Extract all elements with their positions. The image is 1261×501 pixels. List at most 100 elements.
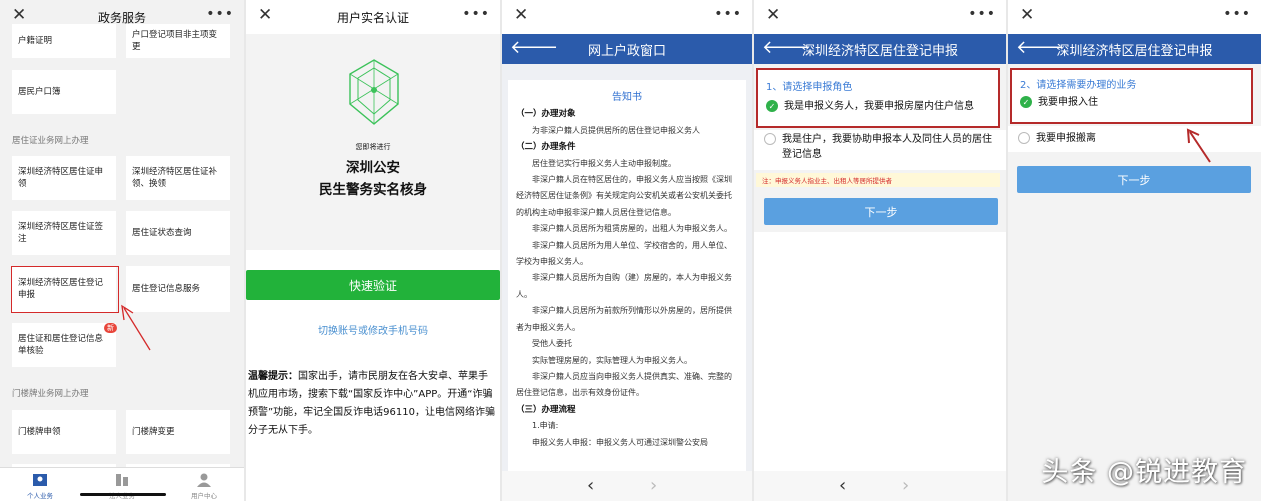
bottom-tab-bar: 个人业务 法人业务 用户中心 xyxy=(0,467,244,501)
more-icon[interactable]: ••• xyxy=(206,6,234,22)
watermark: 头条 @锐进教育 xyxy=(1041,457,1247,488)
hero-line-1: 深圳公安 xyxy=(346,160,400,176)
more-icon[interactable]: ••• xyxy=(1223,6,1251,22)
checked-icon: ✓ xyxy=(766,100,778,112)
switch-account-link[interactable]: 切换账号或修改手机号码 xyxy=(246,322,500,337)
close-icon[interactable]: ✕ xyxy=(12,7,26,24)
header-bar: 🡐 深圳经济特区居住登记申报 xyxy=(1008,34,1261,64)
hero-area: 您即将进行 深圳公安 民生警务实名核身 xyxy=(246,34,500,250)
tile-household-proof[interactable]: 户籍证明 xyxy=(12,24,116,58)
highlight-box xyxy=(11,266,119,313)
page-title: 深圳经济特区居住登记申报 xyxy=(801,43,958,59)
person-card-icon xyxy=(33,474,47,486)
doc-line: 1.申请: xyxy=(532,421,559,431)
tile-household-book[interactable]: 居民户口簿 xyxy=(12,70,116,114)
more-icon[interactable]: ••• xyxy=(714,6,742,22)
page-title: 政务服务 xyxy=(97,10,146,25)
doc-line: 申报义务人申报：申报义务人可通过深圳警公安局 xyxy=(532,437,708,447)
tile-door-apply[interactable]: 门楼牌申领 xyxy=(12,410,116,454)
close-icon[interactable]: ✕ xyxy=(1020,7,1034,24)
doc-line: 居住登记实行申报义务人主动申报制度。 xyxy=(532,158,676,168)
doc-heading: （三）办理流程 xyxy=(516,404,576,415)
page-title: 深圳经济特区居住登记申报 xyxy=(1056,43,1213,59)
doc-line: 非深户籍人员应当向申报义务人提供真实、准确、完整的居住登记信息，出示有效身份证件… xyxy=(516,371,732,398)
option-move-out-row[interactable]: 我要申报搬离 xyxy=(1008,126,1261,152)
top-bar: ✕ ••• xyxy=(1008,0,1261,34)
header-bar: 🡐 网上户政窗口 xyxy=(502,34,752,64)
notice-document: 告知书 （一）办理对象 为非深户籍人员提供居所的居住登记申报义务人 （二）办理条… xyxy=(508,80,746,471)
top-bar: ✕ ••• xyxy=(754,0,1006,34)
nav-forward-icon[interactable]: › xyxy=(650,475,657,496)
building-icon xyxy=(116,474,128,486)
browser-nav: ‹ › xyxy=(754,471,1006,501)
more-icon[interactable]: ••• xyxy=(968,6,996,22)
gov-services-panel: ✕ 政务服务 ••• 户籍证明 户口登记项目非主项变更 居民户口簿 居住证业务网… xyxy=(0,0,244,501)
tile-permit-reissue[interactable]: 深圳经济特区居住证补领、换领 xyxy=(126,156,230,200)
more-icon[interactable]: ••• xyxy=(462,6,490,22)
tile-door-change[interactable]: 门楼牌变更 xyxy=(126,410,230,454)
doc-line: 实际管理房屋的，实际管理人为申报义务人。 xyxy=(532,355,692,365)
radio-icon xyxy=(764,133,776,145)
business-question: 2、请选择需要办理的业务 xyxy=(1020,80,1137,91)
doc-heading: （二）办理条件 xyxy=(516,142,576,153)
doc-line: 非深户籍人员居所为租赁房屋的，出租人为申报义务人。 xyxy=(532,224,732,234)
back-arrow-icon[interactable]: 🡐 xyxy=(1016,38,1064,58)
hero-line-2: 民生警务实名核身 xyxy=(319,182,427,198)
tab-user-center[interactable]: 用户中心 xyxy=(174,472,234,500)
tile-permit-status[interactable]: 居住证状态查询 xyxy=(126,211,230,255)
tile-household-change[interactable]: 户口登记项目非主项变更 xyxy=(126,24,230,58)
section-door: 门楼牌业务网上办理 xyxy=(12,389,89,399)
real-name-auth-panel: ✕ 用户实名认证 ••• 您即将进行 深圳公安 民生警务实名核身 快速验证 切换… xyxy=(246,0,500,501)
tab-personal[interactable]: 个人业务 xyxy=(10,472,70,500)
tile-verify[interactable]: 居住证和居住登记信息单核验 xyxy=(12,323,116,367)
doc-title: 告知书 xyxy=(612,92,642,103)
doc-line: 为非深户籍人员提供居所的居住登记申报义务人 xyxy=(532,125,700,135)
browser-nav: ‹ › xyxy=(502,471,752,501)
doc-heading: （一）办理对象 xyxy=(516,109,576,120)
tip-label: 温馨提示： xyxy=(248,371,298,382)
back-arrow-icon[interactable]: 🡐 xyxy=(510,38,558,58)
tile-permit-apply[interactable]: 深圳经济特区居住证申领 xyxy=(12,156,116,200)
nav-forward-icon[interactable]: › xyxy=(902,475,909,496)
doc-line: 非深户籍人员居所为前款所列情形以外房屋的，居所提供者为申报义务人。 xyxy=(516,306,732,332)
note-text: 注：申报义务人指业主、出租人等居所提供者 xyxy=(756,173,1000,187)
close-icon[interactable]: ✕ xyxy=(514,7,528,24)
new-badge: 新 xyxy=(104,323,117,333)
business-question-box: 2、请选择需要办理的业务 ✓ 我要申报入住 xyxy=(1010,68,1253,124)
warm-tip: 温馨提示：国家出手，请市民朋友在各大安卓、苹果手机应用市场，搜索下载“国家反诈中… xyxy=(248,368,496,440)
tile-permit-endorse[interactable]: 深圳经济特区居住证签注 xyxy=(12,211,116,255)
arrow-icon xyxy=(1186,128,1211,163)
radio-icon xyxy=(1018,132,1030,144)
option-obligor[interactable]: ✓ 我是申报义务人，我要申报房屋内住户信息 xyxy=(758,99,998,114)
close-icon[interactable]: ✕ xyxy=(258,7,272,24)
top-bar: ✕ 用户实名认证 ••• xyxy=(246,0,500,34)
option-move-in[interactable]: ✓ 我要申报入住 xyxy=(1012,95,1251,110)
online-window-panel: ✕ ••• 🡐 网上户政窗口 告知书 （一）办理对象 为非深户籍人员提供居所的居… xyxy=(502,0,752,501)
role-question: 1、请选择申报角色 xyxy=(766,82,853,93)
business-select-panel: ✕ ••• 🡐 深圳经济特区居住登记申报 2、请选择需要办理的业务 ✓ 我要申报… xyxy=(1008,0,1261,501)
next-button[interactable]: 下一步 xyxy=(1017,166,1251,193)
section-residence: 居住证业务网上办理 xyxy=(12,136,89,146)
back-arrow-icon[interactable]: 🡐 xyxy=(762,38,810,58)
about-to-text: 您即将进行 xyxy=(355,143,391,151)
doc-line: 非深户籍人员居所为用人单位、学校宿舍的，用人单位、学校为申报义务人。 xyxy=(516,240,732,267)
nav-back-icon[interactable]: ‹ xyxy=(839,475,846,496)
checked-icon: ✓ xyxy=(1020,96,1032,108)
page-title: 用户实名认证 xyxy=(336,10,409,25)
header-bar: 🡐 深圳经济特区居住登记申报 xyxy=(754,34,1006,64)
doc-line: 非深户籍人员居所为自购（建）房屋的，本人为申报义务人。 xyxy=(516,273,732,299)
home-indicator xyxy=(80,493,166,496)
close-icon[interactable]: ✕ xyxy=(766,7,780,24)
nav-back-icon[interactable]: ‹ xyxy=(587,475,594,496)
blank-area xyxy=(754,232,1006,471)
arrow-icon xyxy=(121,304,151,351)
option-resident-label: 我是住户，我要协助申报本人及同住人员的居住登记信息 xyxy=(782,134,992,160)
doc-line: 非深户籍人员在特区居住的，申报义务人应当按照《深圳经济特区居住证条例》有关规定向… xyxy=(516,175,732,217)
top-bar: ✕ ••• xyxy=(502,0,752,34)
option-move-out-label: 我要申报搬离 xyxy=(1036,133,1096,144)
next-button[interactable]: 下一步 xyxy=(764,198,998,225)
page-title: 网上户政窗口 xyxy=(587,43,666,59)
option-resident-row[interactable]: 我是住户，我要协助申报本人及同住人员的居住登记信息 xyxy=(754,130,1006,170)
quick-verify-button[interactable]: 快速验证 xyxy=(246,270,500,300)
role-select-panel: ✕ ••• 🡐 深圳经济特区居住登记申报 1、请选择申报角色 ✓ 我是申报义务人… xyxy=(754,0,1006,501)
